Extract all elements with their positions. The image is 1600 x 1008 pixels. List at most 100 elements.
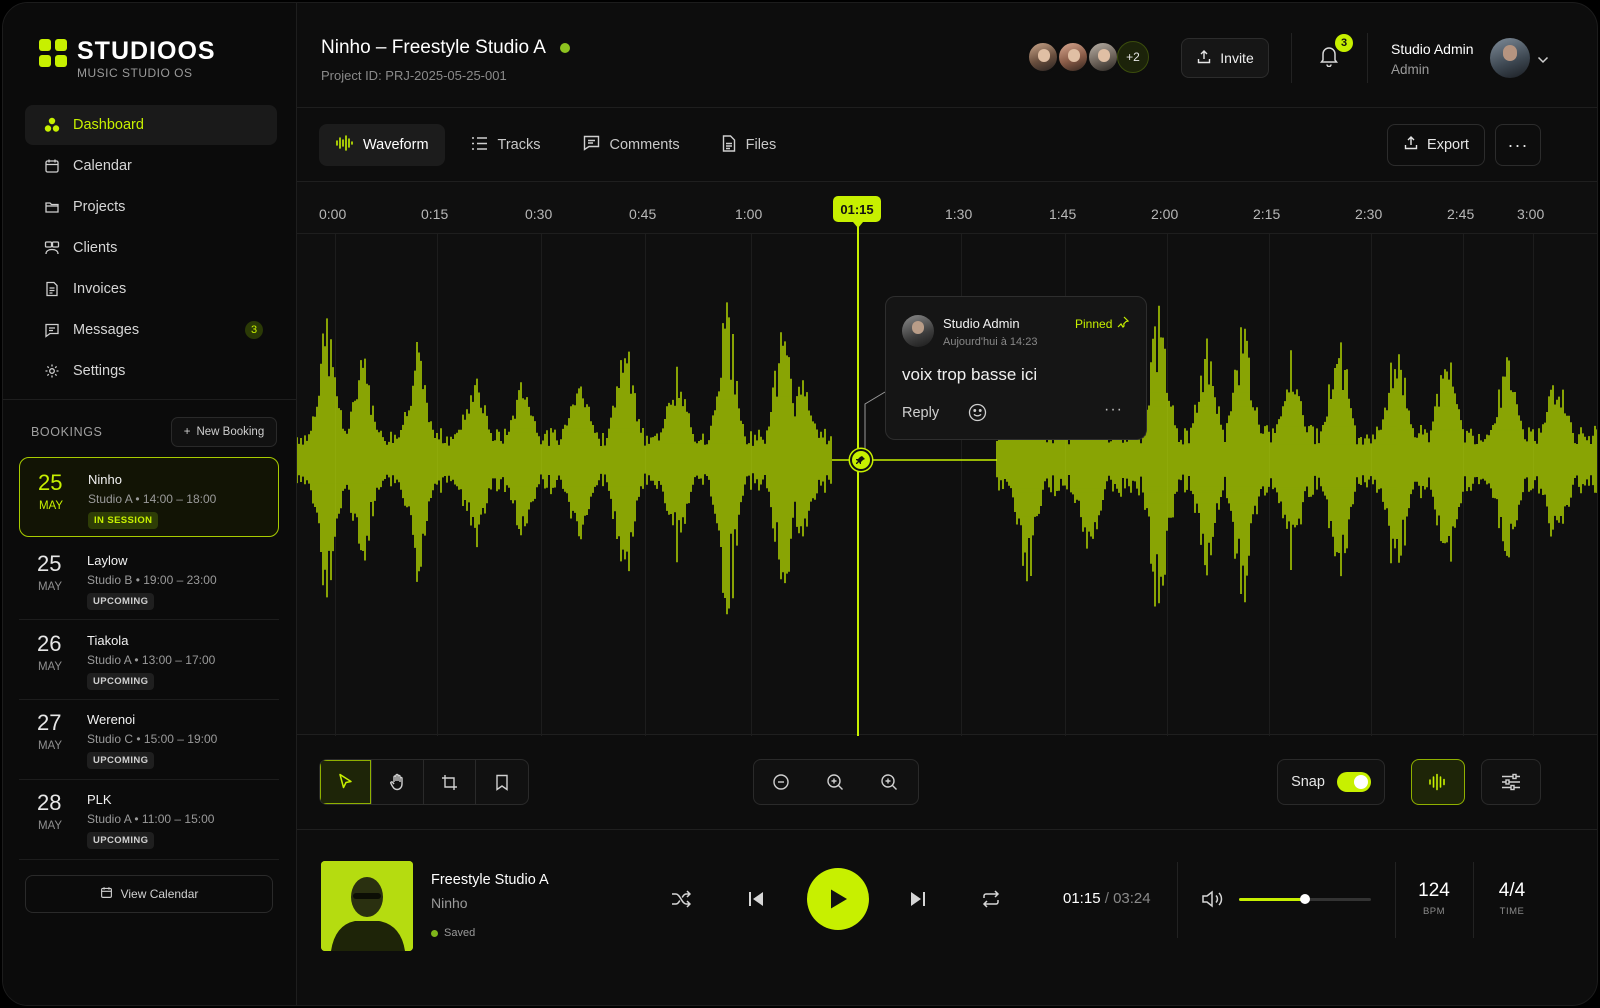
crop-tool-button[interactable] (424, 760, 476, 804)
comment-more-button[interactable]: ··· (1104, 401, 1123, 419)
pinned-label[interactable]: Pinned (1075, 316, 1130, 331)
nav-label: Settings (73, 363, 126, 379)
previous-track-button[interactable] (747, 890, 765, 913)
zoom-icon (827, 774, 843, 790)
reply-button[interactable]: Reply (902, 405, 939, 421)
time-tick-label: 2:45 (1447, 206, 1475, 222)
hand-icon (389, 773, 403, 791)
time-tick-label: 2:00 (1151, 206, 1179, 222)
nav-item-messages[interactable]: Messages 3 (25, 310, 277, 350)
waveform-timeline[interactable]: 0:00 0:15 0:30 0:45 1:00 1:30 1:45 2:00 2:15 2:30… (297, 181, 1597, 736)
bpm-value[interactable]: 124 (1399, 880, 1469, 902)
calendar-icon (100, 886, 113, 902)
comment-icon (583, 135, 600, 155)
user-avatar[interactable] (1490, 38, 1530, 78)
comment-card[interactable]: Studio Admin Aujourd'hui à 14:23 Pinned … (885, 296, 1147, 440)
select-tool-button[interactable] (320, 760, 372, 804)
volume-handle[interactable] (1300, 894, 1310, 904)
booking-status-badge: UPCOMING (87, 593, 155, 610)
nav-label: Calendar (73, 158, 132, 174)
zoom-in-button[interactable] (862, 760, 916, 804)
booking-month: MAY (37, 581, 63, 593)
booking-meta: Studio B • 19:00 – 23:00 (87, 573, 217, 587)
booking-status-badge: UPCOMING (87, 752, 155, 769)
waveform-icon (335, 135, 353, 155)
booking-card[interactable]: 25 MAY Ninho Studio A • 14:00 – 18:00 IN… (19, 457, 279, 537)
online-status-dot (559, 43, 570, 53)
brand-logo[interactable]: STUDIOOS MUSIC STUDIO OS (39, 39, 216, 80)
more-options-button[interactable]: ··· (1495, 124, 1541, 166)
zoom-out-button[interactable] (754, 760, 808, 804)
project-id: Project ID: PRJ-2025-05-25-001 (321, 68, 507, 83)
collaborator-avatars[interactable]: +2 (1027, 41, 1149, 73)
user-name[interactable]: Studio Admin (1391, 41, 1474, 57)
repeat-button[interactable] (981, 890, 1001, 913)
tab-comments[interactable]: Comments (567, 124, 696, 166)
tab-files[interactable]: Files (706, 124, 793, 166)
booking-card[interactable]: 28 MAY PLK Studio A • 11:00 – 15:00 UPCO… (19, 778, 279, 858)
booking-card[interactable]: 26 MAY Tiakola Studio A • 13:00 – 17:00 … (19, 619, 279, 699)
time-signature-value[interactable]: 4/4 (1477, 880, 1547, 902)
main-nav: Dashboard Calendar Projects Clients Invo… (25, 105, 277, 392)
nav-item-clients[interactable]: Clients (25, 228, 277, 268)
message-icon (43, 321, 61, 339)
volume-icon[interactable] (1201, 889, 1225, 914)
snap-label: Snap (1291, 774, 1325, 790)
avatar[interactable] (1057, 41, 1089, 73)
hand-tool-button[interactable] (372, 760, 424, 804)
nav-label: Invoices (73, 281, 127, 297)
tab-label: Files (745, 137, 777, 153)
header-divider (1367, 33, 1368, 83)
new-booking-label: New Booking (196, 426, 265, 438)
new-booking-button[interactable]: + New Booking (171, 417, 277, 447)
nav-item-dashboard[interactable]: Dashboard (25, 105, 277, 145)
zoom-out-icon (773, 774, 789, 790)
chevron-down-icon[interactable] (1537, 51, 1549, 69)
play-button[interactable] (807, 868, 869, 930)
volume-slider[interactable] (1239, 894, 1371, 904)
playhead-line[interactable] (857, 222, 859, 736)
booking-month: MAY (37, 661, 63, 673)
invoice-icon (43, 280, 61, 298)
bpm-label: BPM (1422, 906, 1446, 917)
zoom-fit-button[interactable] (808, 760, 862, 804)
track-title: Freestyle Studio A (431, 872, 549, 888)
time-signature-label: TIME (1499, 906, 1525, 917)
playhead-caret (853, 222, 863, 228)
booking-card[interactable]: 25 MAY Laylow Studio B • 19:00 – 23:00 U… (19, 539, 279, 619)
next-track-button[interactable] (909, 890, 927, 913)
comment-pin-marker[interactable] (850, 449, 872, 471)
total-time: 03:24 (1113, 890, 1151, 907)
bookmark-tool-button[interactable] (476, 760, 528, 804)
more-collaborators-badge[interactable]: +2 (1117, 41, 1149, 73)
nav-item-calendar[interactable]: Calendar (25, 146, 277, 186)
export-icon (1403, 135, 1419, 155)
tab-waveform[interactable]: Waveform (319, 124, 445, 166)
view-calendar-label: View Calendar (120, 887, 199, 901)
time-tick-label: 2:30 (1355, 206, 1383, 222)
comment-author: Studio Admin (943, 316, 1020, 331)
mixer-settings-button[interactable] (1481, 759, 1541, 805)
snap-toggle[interactable] (1336, 772, 1371, 792)
time-ruler[interactable]: 0:00 0:15 0:30 0:45 1:00 1:30 1:45 2:00 2:15 2:30… (297, 182, 1597, 234)
shuffle-icon (672, 890, 692, 908)
nav-item-invoices[interactable]: Invoices (25, 269, 277, 309)
view-calendar-button[interactable]: View Calendar (25, 875, 273, 913)
booking-divider (19, 859, 279, 860)
emoji-reaction-icon[interactable] (968, 403, 987, 427)
avatar[interactable] (1027, 41, 1059, 73)
tab-tracks[interactable]: Tracks (455, 124, 557, 166)
notifications-bell-icon[interactable] (1319, 45, 1339, 72)
export-button[interactable]: Export (1387, 124, 1485, 166)
nav-item-projects[interactable]: Projects (25, 187, 277, 227)
nav-item-settings[interactable]: Settings (25, 351, 277, 391)
invite-button[interactable]: Invite (1181, 38, 1269, 78)
shuffle-button[interactable] (671, 890, 692, 913)
clients-icon (43, 239, 61, 257)
booking-card[interactable]: 27 MAY Werenoi Studio C • 15:00 – 19:00 … (19, 698, 279, 778)
playhead-time-badge[interactable]: 01:15 (833, 196, 881, 222)
gear-icon (43, 362, 61, 380)
comment-text: voix trop basse ici (902, 365, 1038, 384)
waveform-view-button[interactable] (1411, 759, 1465, 805)
avatar[interactable] (1087, 41, 1119, 73)
